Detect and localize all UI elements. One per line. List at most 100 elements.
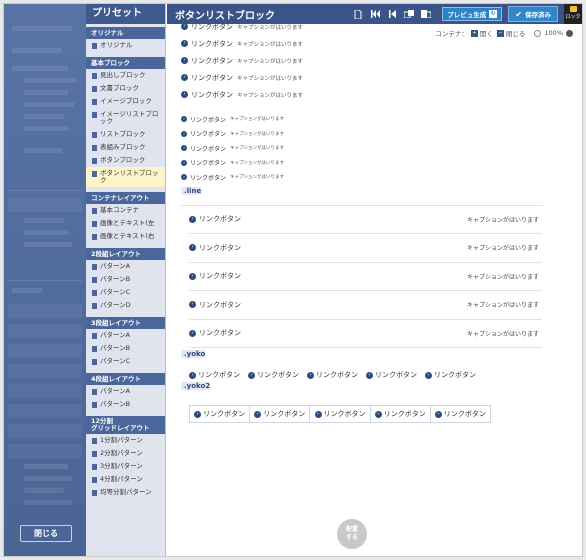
lock-button[interactable]: ロック <box>564 4 582 24</box>
preset-item-label: パターンD <box>100 301 131 309</box>
link-button[interactable]: › リンクボタン キャプションがはいります <box>181 170 543 185</box>
link-button[interactable]: › リンクボタン キャプションがはいります <box>181 69 543 86</box>
left-panel-shadow-row <box>24 242 72 247</box>
line-link-row[interactable]: › リンクボタン キャプションがはいります <box>189 234 542 263</box>
link-button-label: リンクボタン <box>434 371 476 379</box>
preset-item[interactable]: パターンB <box>86 342 165 355</box>
link-button-label: リンクボタン <box>199 215 241 224</box>
preset-item[interactable]: 3分割パターン <box>86 460 165 473</box>
editor-canvas: › リンクボタン キャプションがはいります › リンクボタン キャプションがはいります › リ… <box>181 23 543 423</box>
section-label-line: .line <box>181 186 202 195</box>
lock-icon <box>569 6 577 12</box>
yoko2-list: › リンクボタン › リンクボタン › リンクボタン › リンクボタン › リンクボタン <box>189 405 491 423</box>
arrow-right-icon: › <box>189 371 196 379</box>
preset-item[interactable]: オリジナル <box>86 39 165 52</box>
line-link-button: › リンクボタン <box>189 214 241 224</box>
refresh-icon: ↻ <box>489 10 498 18</box>
preset-item[interactable]: 見出しブロック <box>86 69 165 82</box>
link-button[interactable]: › リンクボタン キャプションがはいります <box>181 156 543 171</box>
document-icon <box>92 276 97 283</box>
preset-item[interactable]: リストブロック <box>86 128 165 141</box>
close-button[interactable]: 閉じる <box>20 525 72 542</box>
zoom-out-icon[interactable] <box>566 29 573 37</box>
preset-item[interactable]: ボタンリストブロック <box>86 167 165 187</box>
preset-item[interactable]: イメージブロック <box>86 95 165 108</box>
yoko-link-button[interactable]: › リンクボタン <box>425 370 476 380</box>
preset-item[interactable]: パターンD <box>86 299 165 312</box>
arrow-right-icon: › <box>254 410 262 418</box>
document-icon <box>92 302 97 309</box>
yoko-link-button[interactable]: › リンクボタン <box>366 370 417 380</box>
link-button-caption: キャプションがはいります <box>230 117 285 123</box>
arrow-right-icon: › <box>366 371 373 379</box>
yoko2-link-button[interactable]: › リンクボタン <box>190 406 251 422</box>
preset-item[interactable]: パターンA <box>86 385 165 398</box>
link-button-caption: キャプションがはいります <box>230 131 285 137</box>
left-panel-shadow-row <box>12 26 72 31</box>
preset-item[interactable]: 2分割パターン <box>86 447 165 460</box>
yoko2-link-button[interactable]: › リンクボタン <box>250 406 311 422</box>
yoko-link-button[interactable]: › リンクボタン <box>248 370 299 380</box>
preset-item[interactable]: 1分割パターン <box>86 434 165 447</box>
preset-item[interactable]: 文書ブロック <box>86 82 165 95</box>
document-icon <box>92 157 97 164</box>
document-icon <box>92 131 97 138</box>
link-button-caption: キャプションがはいります <box>230 160 285 166</box>
document-icon <box>92 111 97 118</box>
arrow-right-icon: › <box>189 215 196 223</box>
preset-item[interactable]: パターンC <box>86 355 165 368</box>
preset-item[interactable]: イメージリストブロック <box>86 108 165 128</box>
yoko-link-button[interactable]: › リンクボタン <box>189 370 240 380</box>
link-button[interactable]: › リンクボタン キャプションがはいります <box>181 112 543 127</box>
link-button-label: リンクボタン <box>257 371 299 379</box>
preset-item-label: ボタンブロック <box>100 156 146 164</box>
preset-item[interactable]: パターンA <box>86 260 165 273</box>
link-button-label: リンクボタン <box>190 160 227 168</box>
line-link-row[interactable]: › リンクボタン キャプションがはいります <box>189 263 542 291</box>
preset-item-label: 画像とテキスト(左 <box>100 219 155 227</box>
yoko2-link-button[interactable]: › リンクボタン <box>371 406 431 422</box>
preset-item-label: パターンA <box>100 331 131 339</box>
place-button[interactable]: 配置 する <box>337 519 367 549</box>
link-button-label: リンクボタン <box>190 145 227 153</box>
left-panel-shadow-folder <box>8 384 82 398</box>
yoko-list: › リンクボタン › リンクボタン › リンクボタン › リンクボタン › リンクボタン <box>189 370 543 380</box>
arrow-right-icon: › <box>434 410 442 418</box>
arrow-right-icon: › <box>181 159 187 166</box>
preset-item[interactable]: 表組みブロック <box>86 141 165 154</box>
link-button[interactable]: › リンクボタン キャプションがはいります <box>181 35 543 52</box>
link-button[interactable]: › リンクボタン キャプションがはいります <box>181 127 543 142</box>
preset-item[interactable]: パターンC <box>86 286 165 299</box>
link-button[interactable]: › リンクボタン キャプションがはいります <box>181 18 543 35</box>
line-link-row[interactable]: › リンクボタン キャプションがはいります <box>189 320 542 348</box>
section-label-yoko2: .yoko2 <box>181 382 211 390</box>
arrow-right-icon: › <box>181 57 188 64</box>
link-button-caption: キャプションがはいります <box>466 302 539 310</box>
preset-item[interactable]: 4分割パターン <box>86 473 165 486</box>
preset-item[interactable]: 画像とテキスト(右 <box>86 230 165 243</box>
left-panel-shadow-row <box>24 148 62 153</box>
link-button[interactable]: › リンクボタン キャプションがはいります <box>181 141 543 156</box>
link-button-caption: キャプションがはいります <box>237 24 304 31</box>
preset-item[interactable]: ボタンブロック <box>86 154 165 167</box>
preset-item[interactable]: パターンA <box>86 329 165 342</box>
link-button-label: リンクボタン <box>383 410 426 418</box>
link-button-label: リンクボタン <box>203 410 246 418</box>
link-button[interactable]: › リンクボタン キャプションがはいります <box>181 52 543 69</box>
preset-item[interactable]: 均等分割パターン <box>86 486 165 499</box>
preset-item-label: 表組みブロック <box>100 143 146 151</box>
preset-item-label: パターンB <box>100 344 131 352</box>
yoko-link-button[interactable]: › リンクボタン <box>307 370 358 380</box>
line-link-row[interactable]: › リンクボタン キャプションがはいります <box>189 291 542 320</box>
yoko2-link-button[interactable]: › リンクボタン <box>310 406 371 422</box>
preset-item[interactable]: 画像とテキスト(左 <box>86 217 165 230</box>
link-button[interactable]: › リンクボタン キャプションがはいります <box>181 86 543 103</box>
yoko2-link-button[interactable]: › リンクボタン <box>431 406 490 422</box>
link-button-label: リンクボタン <box>191 39 233 48</box>
document-icon <box>92 263 97 270</box>
preset-item[interactable]: パターンB <box>86 398 165 411</box>
link-button-caption: キャプションがはいります <box>237 41 304 48</box>
line-link-row[interactable]: › リンクボタン キャプションがはいります <box>189 206 542 234</box>
preset-item[interactable]: パターンB <box>86 273 165 286</box>
preset-item[interactable]: 基本コンテナ <box>86 204 165 217</box>
